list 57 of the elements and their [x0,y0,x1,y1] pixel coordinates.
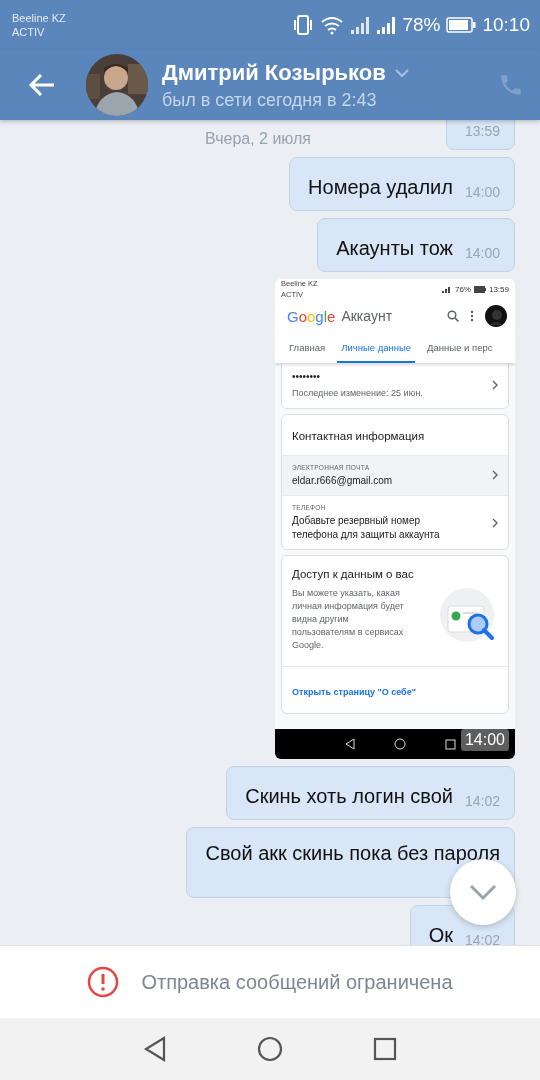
battery-icon [446,17,477,33]
message-text: Скинь хоть логин свой [245,784,453,809]
signal-icon [441,285,452,293]
message-time: 14:00 [464,184,500,200]
password-value: •••••••• [292,370,321,384]
message-time: 14:00 [464,245,500,261]
battery-percent: 76% [454,284,471,294]
battery-percent: 78% [402,14,441,36]
back-icon[interactable] [344,738,355,750]
recents-button[interactable] [373,1037,397,1061]
screenshot-message[interactable] [275,279,515,759]
app-title: Аккаунт [341,308,394,324]
tab[interactable]: Главная [285,333,330,363]
message-bubble[interactable]: Акаунты тож 14:00 [317,218,515,272]
message-text: Номера удалил [308,175,453,200]
card-description: Вы можете указать, какая личная информация будет видна другим пользователям в сервисах Google. [292,587,405,653]
about-link[interactable]: Открыть страницу "О себе" [292,687,416,698]
google-logo: Google [287,307,336,325]
message-time: 14:02 [464,793,500,809]
contact-name[interactable]: Дмитрий Козырьков [162,59,386,86]
change-note: Последнее изменение: 25 июн. [292,386,423,400]
battery-icon [473,285,486,293]
wifi-icon [320,15,345,35]
restriction-message: Отправка сообщений ограничена [141,970,453,994]
chevron-right-icon [492,470,498,481]
clock: 13:59 [488,284,509,294]
message-text: Ок [428,923,453,945]
chevron-right-icon [492,517,498,528]
field-value: eldar.r666@gmail.com [292,473,393,488]
home-icon[interactable] [393,738,406,750]
vibrate-icon [292,15,315,35]
carrier-name: Beeline KZ [12,12,66,24]
message-bubble[interactable]: Скинь хоть логин свой 14:02 [226,766,515,820]
message-text: Свой акк скинь пока без пароля [205,841,500,866]
clock: 10:10 [482,14,530,36]
card-title: Доступ к данным о вас [292,568,415,581]
signal-icon [376,16,397,34]
message-time: 13:59 [464,123,500,139]
warning-icon [87,966,120,998]
tab[interactable]: Данные и перс [423,333,497,363]
card-title: Контактная информация [292,429,425,442]
message-text: Акаунты тож [336,236,453,261]
carrier-name: ACTIV [12,26,46,38]
home-button[interactable] [257,1036,283,1062]
back-button[interactable] [143,1036,167,1062]
recents-icon[interactable] [444,738,456,750]
message-time: 14:00 [460,729,509,751]
date-label: Вчера, 2 июля [205,130,311,148]
back-arrow-icon[interactable] [28,73,56,97]
last-seen: был в сети сегодня в 2:43 [162,89,378,111]
signal-icon [350,16,371,34]
chevron-down-icon [468,883,498,901]
chevron-right-icon [492,379,498,390]
message-bubble[interactable]: Номера удалил 14:00 [289,157,515,211]
message-time: 14:02 [464,932,500,945]
field-value: Добавьте резервный номер телефона для защиты аккаунта [292,514,441,542]
search-icon[interactable] [447,310,459,322]
